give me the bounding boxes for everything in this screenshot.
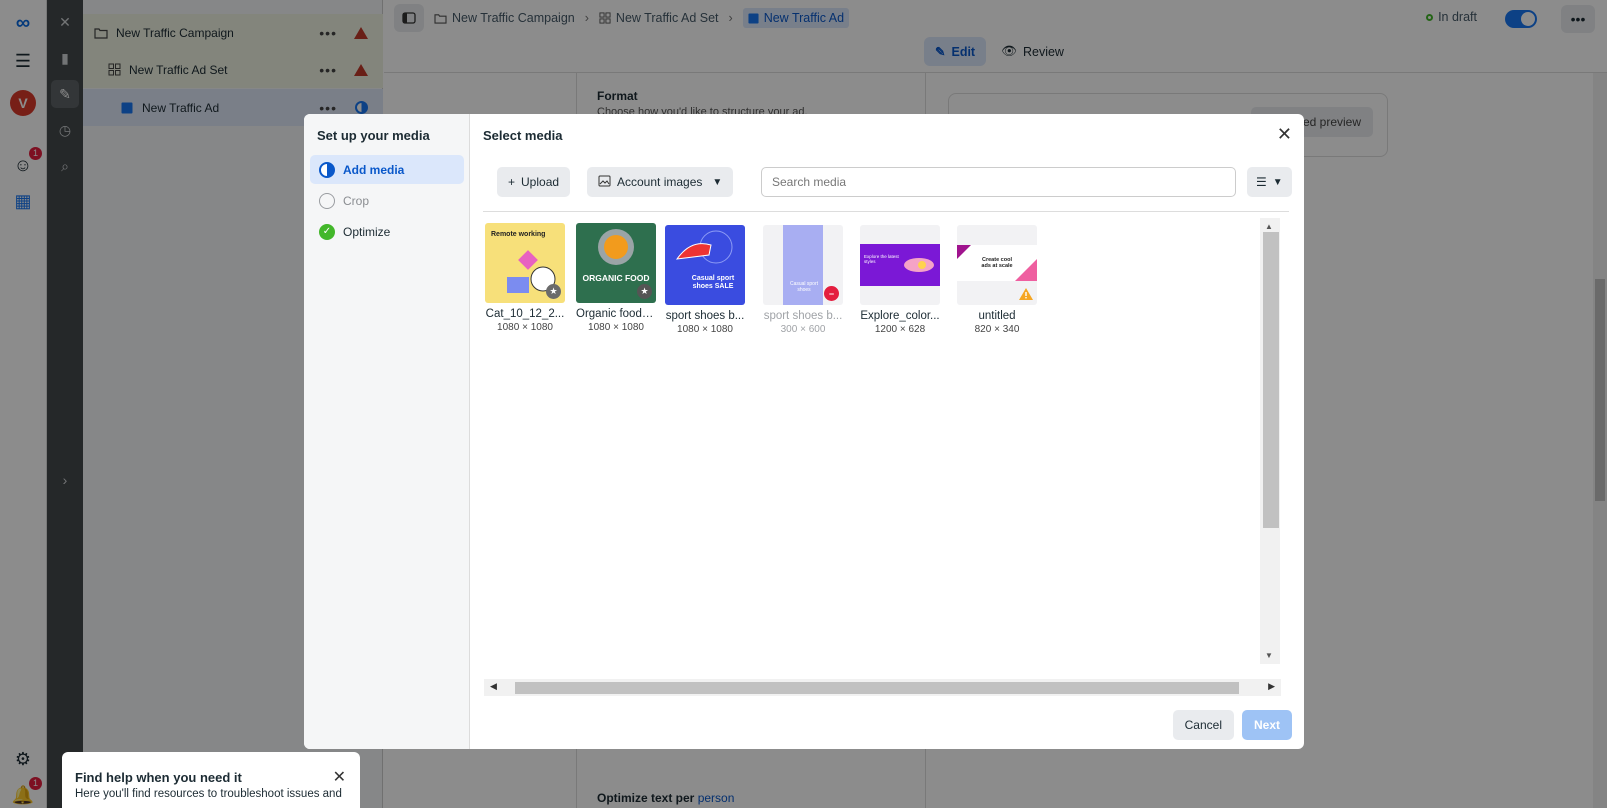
select-media-panel: Select media ✕ + Upload Account images ▼… <box>470 114 1304 749</box>
dialog-footer: Cancel Next <box>1172 710 1292 740</box>
step-check-icon: ✓ <box>319 223 335 240</box>
scroll-left-icon[interactable]: ◀ <box>490 681 497 692</box>
scroll-right-icon[interactable]: ▶ <box>1268 681 1275 692</box>
upload-button[interactable]: + Upload <box>497 167 571 197</box>
media-name: sport shoes b... <box>763 310 843 322</box>
media-dimensions: 820 × 340 <box>974 324 1020 335</box>
step-add-media[interactable]: Add media <box>310 155 464 184</box>
media-thumbnail: Casual sport shoes − <box>763 225 843 305</box>
media-tile[interactable]: Explore the latest styles Explore_color.… <box>860 225 940 335</box>
media-name: Explore_color... <box>860 310 940 322</box>
thumbnail-text: ORGANIC FOOD <box>582 273 650 283</box>
thumbnail-text: Create cool ads at scale <box>981 257 1013 269</box>
media-name: Organic food_... <box>576 308 656 320</box>
media-dimensions: 1200 × 628 <box>874 324 926 335</box>
step-label: Optimize <box>343 224 391 239</box>
cancel-button[interactable]: Cancel <box>1172 710 1234 740</box>
thumbnail-text: Explore the latest styles <box>864 254 899 264</box>
thumbnail-text: Casual sport shoes SALE <box>691 275 735 290</box>
scroll-down-icon[interactable]: ▼ <box>1265 651 1273 660</box>
scroll-up-icon[interactable]: ▲ <box>1265 222 1273 231</box>
sliders-icon: ☰ <box>1256 175 1267 189</box>
step-crop[interactable]: Crop <box>310 186 464 215</box>
search-input[interactable]: Search media <box>761 167 1236 197</box>
warning-icon <box>1018 286 1033 301</box>
images-icon <box>598 175 611 190</box>
media-tile[interactable]: Casual sport shoes − sport shoes b... 30… <box>763 225 843 335</box>
next-button[interactable]: Next <box>1241 710 1292 740</box>
vertical-scroll-thumb[interactable] <box>1263 232 1279 528</box>
close-icon[interactable]: ✕ <box>1277 124 1292 145</box>
media-grid: Remote working ★ Cat_10_12_2... 1080 × 1… <box>484 223 1264 671</box>
media-toolbar: + Upload Account images ▼ Search media ☰… <box>497 167 1292 197</box>
media-tile[interactable]: Casual sport shoes SALE sport shoes b...… <box>665 225 745 335</box>
help-body: Here you'll find resources to troublesho… <box>75 788 342 800</box>
caret-down-icon: ▼ <box>712 176 723 188</box>
media-thumbnail: Explore the latest styles <box>860 225 940 305</box>
step-empty-icon <box>319 192 335 209</box>
media-horizontal-scrollbar[interactable]: ◀ ▶ <box>484 679 1281 696</box>
media-tile[interactable]: Create cool ads at scale untitled 820 × … <box>957 225 1037 335</box>
thumbnail-text: Remote working <box>491 231 546 238</box>
search-placeholder: Search media <box>772 175 847 189</box>
select-media-title: Select media <box>483 128 563 143</box>
media-dimensions: 1080 × 1080 <box>497 322 553 333</box>
star-badge-icon: ★ <box>546 284 561 299</box>
caret-down-icon: ▼ <box>1272 176 1283 188</box>
source-label: Account images <box>617 175 703 189</box>
media-name: Cat_10_12_2... <box>485 308 565 320</box>
help-card: Find help when you need it Here you'll f… <box>62 752 360 808</box>
star-badge-icon: ★ <box>637 284 652 299</box>
media-vertical-scrollbar[interactable]: ▲ ▼ <box>1260 218 1280 664</box>
divider <box>483 211 1289 212</box>
media-thumbnail: ORGANIC FOOD ★ <box>576 223 656 303</box>
media-tile[interactable]: Remote working ★ Cat_10_12_2... 1080 × 1… <box>485 223 565 333</box>
source-dropdown[interactable]: Account images ▼ <box>587 167 734 197</box>
media-thumbnail: Remote working ★ <box>485 223 565 303</box>
step-label: Crop <box>343 193 370 208</box>
media-dimensions: 300 × 600 <box>780 324 826 335</box>
step-label: Add media <box>343 162 405 177</box>
thumbnail-text: Casual sport shoes <box>789 281 819 293</box>
media-thumbnail: Create cool ads at scale <box>957 225 1037 305</box>
setup-title: Set up your media <box>317 128 430 143</box>
help-title: Find help when you need it <box>75 770 242 785</box>
media-setup-dialog: Set up your media Add media Crop ✓ Optim… <box>304 114 1304 749</box>
step-optimize[interactable]: ✓ Optimize <box>310 217 464 246</box>
horizontal-scroll-thumb[interactable] <box>515 682 1239 694</box>
step-progress-icon <box>319 161 335 178</box>
filter-button[interactable]: ☰ ▼ <box>1247 167 1292 197</box>
upload-label: Upload <box>521 175 560 189</box>
media-name: untitled <box>978 310 1016 322</box>
setup-steps-panel: Set up your media Add media Crop ✓ Optim… <box>304 114 470 749</box>
media-dimensions: 1080 × 1080 <box>677 324 733 335</box>
media-dimensions: 1080 × 1080 <box>588 322 644 333</box>
media-tile[interactable]: ORGANIC FOOD ★ Organic food_... 1080 × 1… <box>576 223 656 333</box>
plus-icon: + <box>508 175 516 189</box>
help-close-icon[interactable]: ✕ <box>333 767 346 787</box>
media-thumbnail: Casual sport shoes SALE <box>665 225 745 305</box>
media-name: sport shoes b... <box>665 310 745 322</box>
blocked-badge-icon: − <box>824 286 839 301</box>
